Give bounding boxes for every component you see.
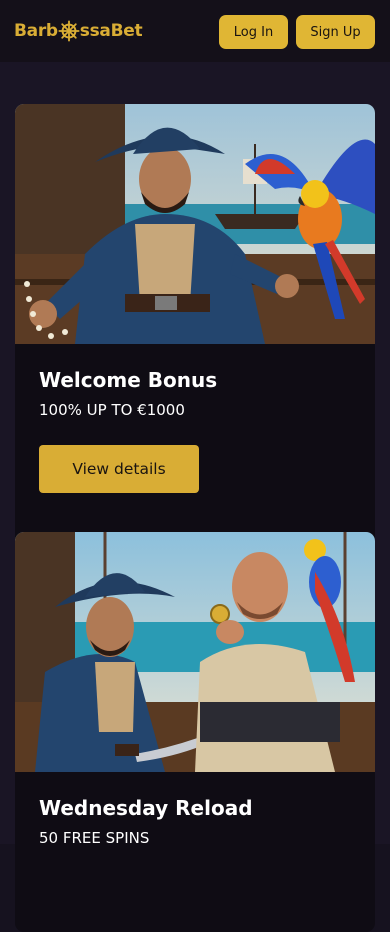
promotion-title: Welcome Bonus (39, 368, 218, 392)
promotion-image (15, 532, 375, 772)
signup-button[interactable]: Sign Up (296, 15, 375, 49)
promotion-subtitle: 100% UP TO €1000 (39, 401, 185, 419)
promotion-title: Wednesday Reload (39, 796, 253, 820)
brand-logo[interactable]: Barb ssaBet (14, 20, 143, 42)
app-header: Barb ssaBet Log In Sign Up (0, 0, 390, 62)
logo-text-suffix: ssaBet (79, 21, 143, 41)
promotions-list: Welcome Bonus 100% UP TO €1000 View deta… (0, 62, 390, 932)
promotion-image (15, 104, 375, 344)
promotion-subtitle: 50 FREE SPINS (39, 829, 150, 847)
promotion-card: Wednesday Reload 50 FREE SPINS (15, 532, 375, 932)
logo-text-prefix: Barb (14, 21, 58, 41)
promotion-card: Welcome Bonus 100% UP TO €1000 View deta… (15, 104, 375, 580)
view-details-button[interactable]: View details (39, 445, 199, 493)
login-button[interactable]: Log In (219, 15, 288, 49)
ship-wheel-icon (58, 20, 80, 42)
